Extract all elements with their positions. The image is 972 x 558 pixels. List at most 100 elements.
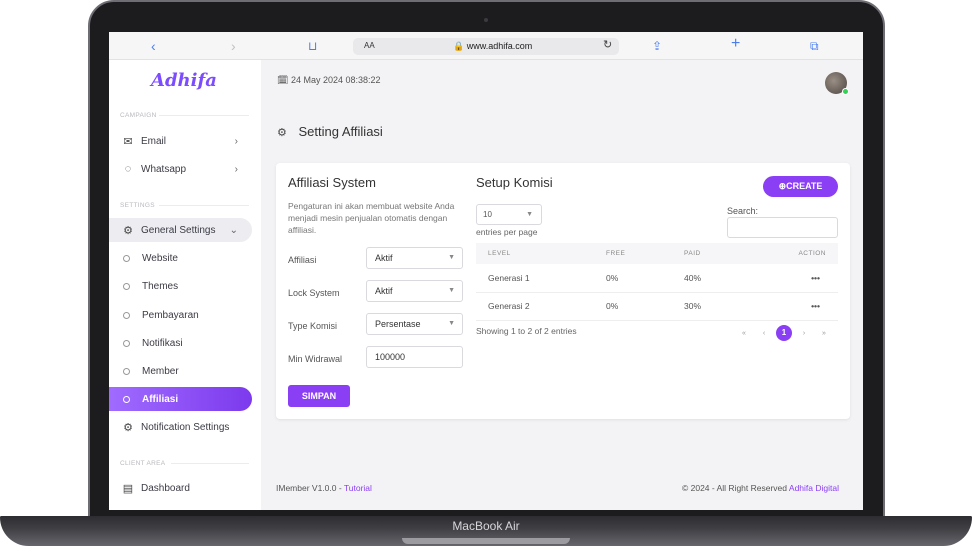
sidebar-item-label: Notifikasi <box>142 337 183 349</box>
lock-system-select[interactable]: Aktif ▼ <box>366 280 463 302</box>
field-label-min-widrawal: Min Widrawal <box>288 354 343 364</box>
sidebar-item-label: Website <box>142 252 178 264</box>
showing-entries-text: Showing 1 to 2 of 2 entries <box>476 326 577 336</box>
page-1-button[interactable]: 1 <box>776 325 792 341</box>
sidebar-item-label: Whatsapp <box>141 163 187 175</box>
search-input[interactable] <box>727 217 838 238</box>
new-tab-icon[interactable]: + <box>731 36 740 52</box>
sidebar-item-website[interactable]: Website <box>109 246 252 270</box>
sidebar-item-dashboard[interactable]: ▤ Dashboard <box>109 476 252 500</box>
sidebar-item-pembayaran[interactable]: Pembayaran <box>109 303 252 327</box>
sidebar-item-email[interactable]: ✉ Email › <box>109 129 252 153</box>
sidebar-item-label: General Settings <box>141 224 216 236</box>
chevron-down-icon: ⌄ <box>229 224 238 236</box>
cell-free: 0% <box>594 292 672 321</box>
divider <box>159 115 249 116</box>
simpan-button[interactable]: SIMPAN <box>288 385 350 407</box>
caret-down-icon: ▼ <box>448 254 455 261</box>
type-komisi-select[interactable]: Persentase ▼ <box>366 313 463 335</box>
copyright-text: © 2024 - All Right Reserved <box>682 483 789 493</box>
section-campaign: CAMPAIGN <box>120 112 157 119</box>
logo[interactable]: Adhifa <box>151 70 217 91</box>
online-status-dot <box>842 88 849 95</box>
settings-card: Affiliasi System Pengaturan ini akan mem… <box>276 163 850 419</box>
divider <box>159 205 249 206</box>
select-value: Persentase <box>375 319 421 329</box>
gear-icon: ⚙ <box>277 127 287 139</box>
first-page-button[interactable]: « <box>734 330 754 337</box>
forward-icon[interactable]: › <box>231 38 236 54</box>
sidebar-item-affiliasi[interactable]: Affiliasi <box>109 387 252 411</box>
table-row: Generasi 1 0% 40% ••• <box>476 264 838 293</box>
page-title-text: Setting Affiliasi <box>298 124 383 139</box>
tabs-icon[interactable]: ⧉ <box>810 38 819 54</box>
browser-toolbar: ‹ › ⊔ AA 🔒 www.adhifa.com ↻ ⇪ + ⧉ <box>109 32 863 60</box>
circle-icon <box>123 282 130 290</box>
mail-icon: ✉ <box>123 135 133 148</box>
sidebar-item-themes[interactable]: Themes <box>109 274 252 298</box>
next-page-button[interactable]: › <box>794 330 814 337</box>
footer-version: IMember V1.0.0 - Tutorial <box>276 483 372 493</box>
table-row: Generasi 2 0% 30% ••• <box>476 292 838 321</box>
divider <box>171 463 249 464</box>
row-actions-button[interactable]: ••• <box>742 292 838 321</box>
footer-copyright: © 2024 - All Right Reserved Adhifa Digit… <box>682 483 839 493</box>
sidebar-item-label: Dashboard <box>141 482 190 494</box>
sidebar: Adhifa CAMPAIGN ✉ Email › ◌ Whatsapp › S… <box>109 60 261 510</box>
page-title: ⚙ Setting Affiliasi <box>277 124 383 139</box>
sidebar-item-label: Notification Settings <box>141 421 230 433</box>
row-actions-button[interactable]: ••• <box>742 264 838 293</box>
entries-per-page-label: entries per page <box>476 227 538 237</box>
sidebar-item-label: Pembayaran <box>142 309 199 321</box>
sidebar-item-general-settings[interactable]: ⚙ General Settings ⌄ <box>109 218 252 242</box>
section-client-area: CLIENT AREA <box>120 460 166 467</box>
sidebar-item-label: Themes <box>142 280 179 292</box>
company-link[interactable]: Adhifa Digital <box>789 483 839 493</box>
chevron-right-icon: › <box>234 163 238 175</box>
entries-per-page-select[interactable]: 10 ▼ <box>476 204 542 225</box>
pagination: « ‹ 1 › » <box>734 325 834 341</box>
create-button[interactable]: ⊕CREATE <box>763 176 838 197</box>
back-icon[interactable]: ‹ <box>151 38 156 54</box>
column-header-level[interactable]: LEVEL <box>476 243 594 264</box>
select-value: Aktif <box>375 286 393 296</box>
sidebar-item-whatsapp[interactable]: ◌ Whatsapp › <box>109 157 252 181</box>
sidebar-item-notifikasi[interactable]: Notifikasi <box>109 331 252 355</box>
datetime-text: 24 May 2024 08:38:22 <box>290 75 381 85</box>
cell-level: Generasi 2 <box>476 292 594 321</box>
caret-down-icon: ▼ <box>448 320 455 327</box>
caret-down-icon: ▼ <box>448 287 455 294</box>
sidebar-item-notification-settings[interactable]: ⚙ Notification Settings <box>109 415 252 439</box>
field-label-type-komisi: Type Komisi <box>288 321 338 331</box>
column-header-paid[interactable]: PAID <box>672 243 742 264</box>
affiliasi-system-title: Affiliasi System <box>288 175 376 190</box>
circle-icon <box>123 367 130 375</box>
sidebar-item-label: Affiliasi <box>142 393 179 405</box>
setup-komisi-title: Setup Komisi <box>476 175 553 190</box>
affiliasi-description: Pengaturan ini akan membuat website Anda… <box>288 201 455 235</box>
gear-icon: ⚙ <box>123 224 133 237</box>
min-widrawal-input[interactable]: 100000 <box>366 346 463 368</box>
table-header-row: LEVEL FREE PAID ACTION <box>476 243 838 264</box>
affiliasi-select[interactable]: Aktif ▼ <box>366 247 463 269</box>
select-value: 10 <box>483 210 492 219</box>
url-text[interactable]: 🔒 www.adhifa.com <box>453 41 532 52</box>
reader-aa-button[interactable]: AA <box>364 41 375 50</box>
calendar-clock-icon: 🗓 <box>277 75 289 85</box>
field-label-affiliasi: Affiliasi <box>288 255 317 265</box>
share-icon[interactable]: ⇪ <box>652 38 662 54</box>
prev-page-button[interactable]: ‹ <box>754 330 774 337</box>
last-page-button[interactable]: » <box>814 330 834 337</box>
chevron-right-icon: › <box>234 135 238 147</box>
sidebar-item-member[interactable]: Member <box>109 359 252 383</box>
reload-icon[interactable]: ↻ <box>603 38 612 51</box>
device-label: MacBook Air <box>452 519 520 533</box>
column-header-free[interactable]: FREE <box>594 243 672 264</box>
caret-down-icon: ▼ <box>526 211 533 218</box>
gear-icon: ⚙ <box>123 421 133 434</box>
version-text: IMember V1.0.0 - <box>276 483 344 493</box>
column-header-action: ACTION <box>742 243 838 264</box>
tutorial-link[interactable]: Tutorial <box>344 483 372 493</box>
bookmarks-icon[interactable]: ⊔ <box>308 38 317 54</box>
section-settings: SETTINGS <box>120 202 155 209</box>
